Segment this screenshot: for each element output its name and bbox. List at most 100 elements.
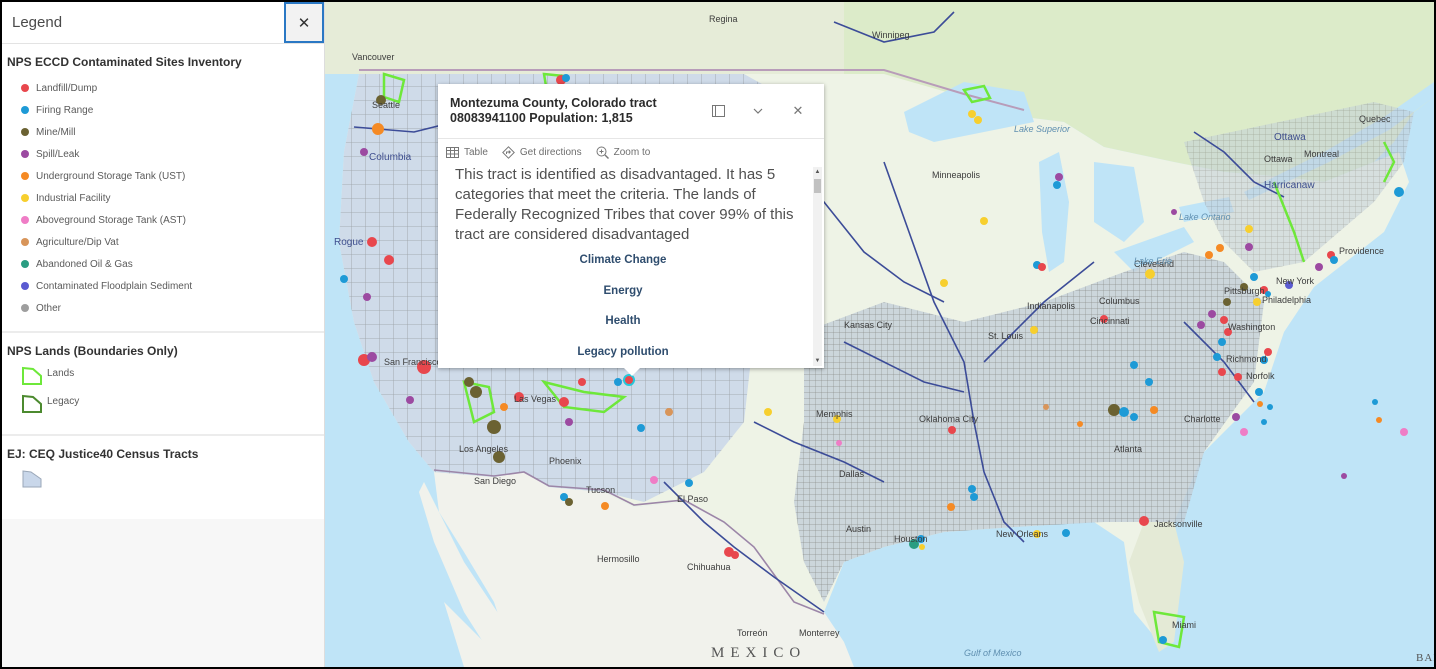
water-label: Lake Erie (1134, 256, 1172, 266)
map-label: Monterrey (799, 628, 840, 638)
popup-content: This tract is identified as disadvantage… (438, 165, 824, 368)
legend-body: NPS ECCD Contaminated Sites Inventory La… (2, 44, 324, 519)
legend-section-justice40: EJ: CEQ Justice40 Census Tracts (2, 436, 324, 519)
legend-item-label: Legacy (47, 396, 80, 407)
legend-item: Firing Range (21, 99, 324, 121)
popup-title: Montezuma County, Colorado tract 0808394… (450, 96, 657, 125)
map-label: Winnipeg (872, 30, 910, 40)
legend-close-button[interactable]: ✕ (284, 2, 324, 43)
popup-close-button[interactable]: ✕ (778, 100, 818, 122)
water-label: Lake Superior (1014, 124, 1071, 134)
legend-symbol-dot-icon (21, 238, 29, 246)
category-legacy-pollution: Legacy pollution (577, 345, 669, 358)
map-label: Regina (709, 14, 738, 24)
legend-section-nps-lands: NPS Lands (Boundaries Only) Lands Legacy (2, 333, 324, 436)
country-label: BAHAMAS (1416, 652, 1434, 664)
map-label: Richmond (1226, 354, 1267, 364)
map-label: Quebec (1359, 114, 1391, 124)
legend-item-label: Agriculture/Dip Vat (36, 236, 119, 248)
map-label: Houston (894, 534, 928, 544)
map-label: Los Angeles (459, 444, 509, 454)
map-label: St. Louis (988, 331, 1024, 341)
close-icon: ✕ (792, 103, 804, 118)
map-label: San Francisco (384, 357, 442, 367)
get-directions-label: Get directions (519, 146, 582, 158)
collapse-button[interactable] (738, 100, 778, 122)
table-label: Table (464, 146, 488, 158)
country-label: MEXICO (711, 645, 806, 661)
category-health: Health (605, 315, 641, 327)
legend-item-tract (21, 469, 324, 497)
map-label: Columbus (1099, 296, 1140, 306)
legend-item: Spill/Leak (21, 143, 324, 165)
legend-symbol-dot-icon (21, 84, 29, 92)
legend-symbol-dot-icon (21, 150, 29, 158)
popup-header: Montezuma County, Colorado tract 0808394… (438, 84, 824, 139)
map-label: Oklahoma City (919, 414, 979, 424)
zoom-to-button[interactable]: Zoom to (596, 146, 651, 159)
legend-item-label: Lands (47, 368, 75, 379)
legend-symbol-dot-icon (21, 216, 29, 224)
map-label: New York (1276, 276, 1315, 286)
map-label: Minneapolis (932, 170, 981, 180)
close-icon: ✕ (297, 14, 311, 32)
dock-button[interactable] (698, 100, 738, 122)
scroll-down-arrow-icon[interactable]: ▼ (813, 356, 822, 366)
legend-item-label: Mine/Mill (36, 126, 76, 138)
legend-symbol-dot-icon (21, 128, 29, 136)
app-frame: Vancouver Seattle Regina Winnipeg Minnea… (2, 2, 1434, 667)
table-button[interactable]: Table (446, 146, 488, 158)
map-label: Memphis (816, 409, 853, 419)
river-label: Ottawa (1274, 132, 1306, 143)
directions-icon (501, 145, 515, 159)
legend-item-label: Landfill/Dump (36, 82, 98, 94)
legend-item-lands: Lands (21, 366, 324, 394)
map-label: New Orleans (996, 529, 1049, 539)
popup-scrollbar[interactable]: ▲ ▼ (813, 167, 822, 366)
map-label: Montreal (1304, 149, 1339, 159)
legend-item-label: Spill/Leak (36, 148, 80, 160)
legend-item: Landfill/Dump (21, 77, 324, 99)
map-label: Austin (846, 524, 871, 534)
map-label: El Paso (677, 494, 708, 504)
legend-item: Aboveground Storage Tank (AST) (21, 209, 324, 231)
water-label: Lake Ontario (1179, 212, 1231, 222)
legend-title: Legend (12, 14, 63, 31)
map-label: Washington (1228, 322, 1275, 332)
legend-section-contaminated-sites: NPS ECCD Contaminated Sites Inventory La… (2, 44, 324, 333)
legend-symbol-dot-icon (21, 260, 29, 268)
legend-symbol-dot-icon (21, 172, 29, 180)
map-label: San Diego (474, 476, 516, 486)
map-label: Torreón (737, 628, 768, 638)
legend-symbol-dot-icon (21, 106, 29, 114)
map-label: Cincinnati (1090, 316, 1130, 326)
legend-item: Other (21, 297, 324, 319)
map-label: Charlotte (1184, 414, 1221, 424)
popup-description: This tract is identified as disadvantage… (455, 166, 794, 243)
zoom-to-icon (596, 146, 609, 159)
scroll-thumb[interactable] (814, 179, 821, 193)
legend-section-title: NPS ECCD Contaminated Sites Inventory (7, 55, 242, 69)
map-label: Kansas City (844, 320, 893, 330)
popup-pointer (624, 368, 640, 376)
legend-symbol-dot-icon (21, 282, 29, 290)
legend-item-label: Underground Storage Tank (UST) (36, 170, 186, 182)
map-label: Chihuahua (687, 562, 731, 572)
scroll-up-arrow-icon[interactable]: ▲ (813, 167, 822, 177)
zoom-to-label: Zoom to (613, 146, 651, 158)
legend-item: Industrial Facility (21, 187, 324, 209)
map-label: Ottawa (1264, 154, 1293, 164)
map-label: Pittsburgh (1224, 286, 1265, 296)
popup-toolbar: Table Get directions Zoom to (438, 139, 824, 165)
legend-header: Legend ✕ (2, 2, 324, 44)
dock-icon (711, 105, 725, 117)
legend-panel: Legend ✕ NPS ECCD Contaminated Sites Inv… (2, 2, 325, 667)
get-directions-button[interactable]: Get directions (501, 145, 582, 159)
map-label: Hermosillo (597, 554, 640, 564)
legend-item: Underground Storage Tank (UST) (21, 165, 324, 187)
map-label: Miami (1172, 620, 1196, 630)
legend-item-label: Other (36, 302, 62, 314)
map-label: Tucson (586, 485, 615, 495)
river-label: Columbia (369, 152, 412, 163)
map-label: Dallas (839, 469, 865, 479)
